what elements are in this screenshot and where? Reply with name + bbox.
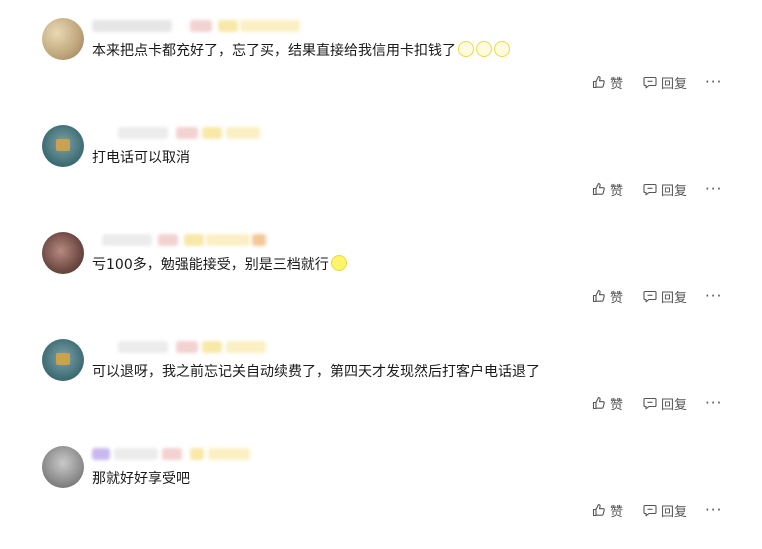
- comment-bubble-icon: [643, 397, 657, 410]
- reply-button[interactable]: 回复: [643, 73, 687, 92]
- comment-bubble-icon: [643, 76, 657, 89]
- more-options-button[interactable]: ···: [705, 180, 723, 198]
- more-dots-icon: ···: [705, 287, 723, 305]
- username-blurred[interactable]: [92, 234, 492, 248]
- more-options-button[interactable]: ···: [705, 394, 723, 412]
- avatar[interactable]: [42, 339, 84, 381]
- like-button[interactable]: 赞: [592, 501, 623, 520]
- avatar[interactable]: [42, 125, 84, 167]
- like-label: 赞: [610, 76, 624, 92]
- more-dots-icon: ···: [705, 394, 723, 412]
- reply-button[interactable]: 回复: [643, 501, 687, 520]
- comment-item: 打电话可以取消 赞 回复 ···: [0, 121, 762, 228]
- laughing-emoji-icon: [494, 41, 510, 57]
- comment-item: 那就好好享受吧 赞 回复 ···: [0, 442, 762, 549]
- more-options-button[interactable]: ···: [705, 287, 723, 305]
- thumbs-up-icon: [592, 396, 605, 410]
- thumbs-up-icon: [592, 289, 605, 303]
- more-dots-icon: ···: [705, 73, 723, 91]
- comment-actions: 赞 回复 ···: [592, 501, 723, 520]
- like-button[interactable]: 赞: [592, 394, 623, 413]
- avatar[interactable]: [42, 446, 84, 488]
- username-blurred[interactable]: [92, 448, 492, 462]
- comment-actions: 赞 回复 ···: [592, 287, 723, 306]
- username-blurred[interactable]: [92, 341, 492, 355]
- username-blurred[interactable]: [92, 127, 492, 141]
- like-button[interactable]: 赞: [592, 73, 623, 92]
- like-label: 赞: [610, 183, 624, 199]
- comment-actions: 赞 回复 ···: [592, 394, 723, 413]
- smile-emoji-icon: [330, 255, 347, 271]
- reply-button[interactable]: 回复: [643, 287, 687, 306]
- like-button[interactable]: 赞: [592, 180, 623, 199]
- reply-label: 回复: [661, 183, 688, 199]
- laughing-emoji-icon: [458, 41, 474, 57]
- more-dots-icon: ···: [705, 501, 723, 519]
- thumbs-up-icon: [592, 503, 605, 517]
- comment-actions: 赞 回复 ···: [592, 73, 723, 92]
- reply-label: 回复: [661, 76, 688, 92]
- comment-bubble-icon: [643, 290, 657, 303]
- comment-text: 亏100多，勉强能接受，别是三档就行: [92, 257, 329, 273]
- like-button[interactable]: 赞: [592, 287, 623, 306]
- reply-button[interactable]: 回复: [643, 180, 687, 199]
- more-dots-icon: ···: [705, 180, 723, 198]
- like-label: 赞: [610, 504, 624, 520]
- thumbs-up-icon: [592, 75, 605, 89]
- comment-item: 本来把点卡都充好了，忘了买，结果直接给我信用卡扣钱了 赞 回复 ···: [0, 14, 762, 121]
- reply-button[interactable]: 回复: [643, 394, 687, 413]
- comment-bubble-icon: [643, 183, 657, 196]
- comment-item: 可以退呀，我之前忘记关自动续费了，第四天才发现然后打客户电话退了 赞 回复 ··…: [0, 335, 762, 442]
- comment-actions: 赞 回复 ···: [592, 180, 723, 199]
- laughing-emoji-icon: [476, 41, 492, 57]
- like-label: 赞: [610, 290, 624, 306]
- comment-text: 打电话可以取消: [92, 150, 190, 166]
- reply-label: 回复: [661, 397, 688, 413]
- comment-text: 可以退呀，我之前忘记关自动续费了，第四天才发现然后打客户电话退了: [92, 364, 540, 380]
- thumbs-up-icon: [592, 182, 605, 196]
- comment-bubble-icon: [643, 504, 657, 517]
- comment-text: 那就好好享受吧: [92, 471, 190, 487]
- avatar[interactable]: [42, 232, 84, 274]
- like-label: 赞: [610, 397, 624, 413]
- avatar[interactable]: [42, 18, 84, 60]
- more-options-button[interactable]: ···: [705, 73, 723, 91]
- reply-label: 回复: [661, 504, 688, 520]
- more-options-button[interactable]: ···: [705, 501, 723, 519]
- comment-item: 亏100多，勉强能接受，别是三档就行 赞 回复 ···: [0, 228, 762, 335]
- comment-text: 本来把点卡都充好了，忘了买，结果直接给我信用卡扣钱了: [92, 43, 456, 59]
- username-blurred[interactable]: [92, 20, 492, 34]
- reply-label: 回复: [661, 290, 688, 306]
